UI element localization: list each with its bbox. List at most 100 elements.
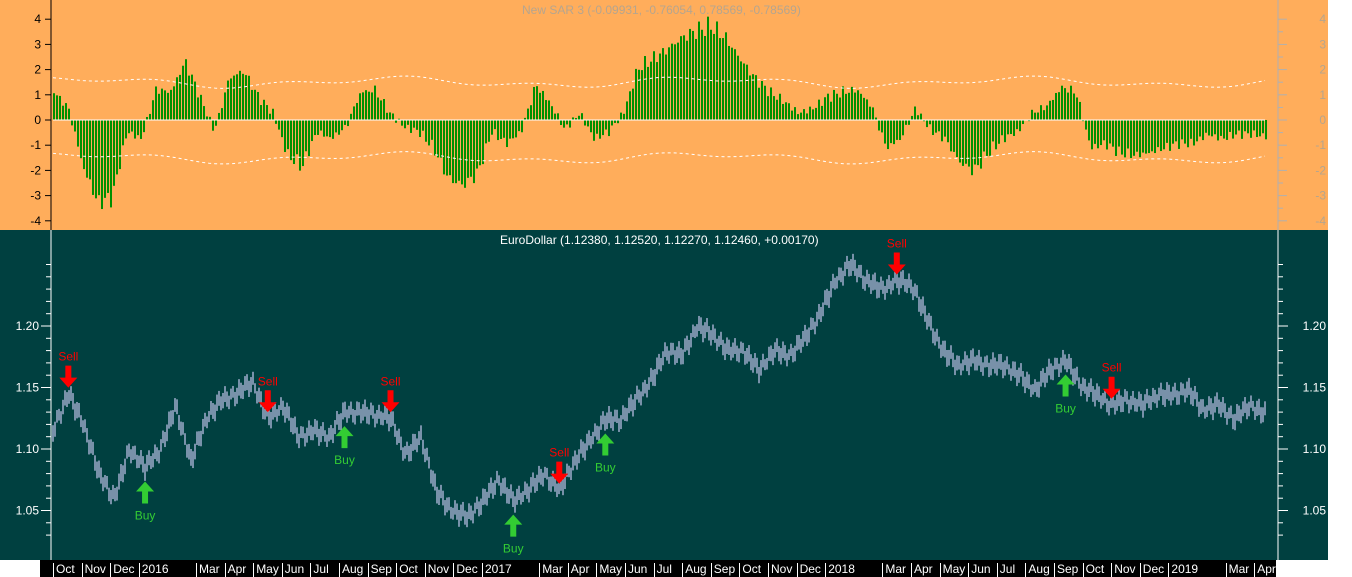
histogram-bar <box>173 86 175 120</box>
date-axis-label: Mar <box>882 563 906 577</box>
histogram-bar <box>56 95 58 120</box>
histogram-bar <box>689 28 691 120</box>
histogram-bar <box>521 120 523 133</box>
histogram-bar <box>1073 93 1075 120</box>
histogram-bar <box>515 120 517 138</box>
date-axis-label: Jun <box>968 563 991 577</box>
histogram-bar <box>1175 120 1177 142</box>
histogram-bar <box>737 55 739 120</box>
histogram-bar <box>359 93 361 120</box>
histogram-bar <box>53 93 55 120</box>
histogram-bar <box>92 120 94 195</box>
histogram-bar <box>200 94 202 120</box>
histogram-bar <box>611 120 613 126</box>
histogram-bar <box>986 120 988 156</box>
histogram-bar <box>728 45 730 120</box>
histogram-bar <box>245 75 247 120</box>
sell-label: Sell <box>1102 361 1122 375</box>
histogram-bar <box>1091 120 1093 150</box>
date-axis-label: May <box>253 563 279 577</box>
histogram-bar <box>1133 120 1135 156</box>
histogram-bar <box>230 78 232 120</box>
left-tick-label: 0 <box>34 113 41 127</box>
histogram-bar <box>872 107 874 120</box>
histogram-bar <box>662 48 664 121</box>
histogram-bar <box>971 120 973 176</box>
buy-arrow-icon <box>335 426 354 449</box>
histogram-bar <box>254 89 256 120</box>
histogram-bar <box>422 120 424 131</box>
date-axis-label: Oct <box>739 563 761 577</box>
histogram-bar <box>1169 120 1171 151</box>
histogram-bar <box>161 88 163 120</box>
histogram-bar <box>803 109 805 120</box>
histogram-bar <box>89 120 91 180</box>
histogram-bar <box>965 120 967 164</box>
histogram-bar <box>788 103 790 120</box>
right-tick-label: 1.10 <box>1303 442 1327 456</box>
date-axis-label: Mar <box>196 563 220 577</box>
histogram-bar <box>1154 120 1156 154</box>
histogram-bar <box>1190 120 1192 139</box>
date-axis-label: Nov <box>768 563 792 577</box>
histogram-bar <box>449 120 451 176</box>
histogram-bar <box>686 40 688 120</box>
histogram-bar <box>128 120 130 134</box>
histogram-bar <box>758 87 760 120</box>
histogram-bar <box>1157 120 1159 148</box>
buy-arrow-icon <box>1056 374 1075 397</box>
histogram-bar <box>1127 120 1129 149</box>
histogram-bar <box>722 38 724 120</box>
histogram-bar <box>212 120 214 131</box>
histogram-bar <box>827 93 829 120</box>
histogram-bar <box>674 44 676 120</box>
histogram-bar <box>137 120 139 136</box>
histogram-bar <box>488 120 490 142</box>
histogram-bar <box>431 120 433 140</box>
histogram-bar <box>248 75 250 120</box>
date-axis-label: Apr <box>1254 563 1276 577</box>
histogram-bar <box>698 21 700 120</box>
histogram-bar <box>371 92 373 120</box>
date-axis-label: 2016 <box>138 563 169 577</box>
histogram-bar <box>767 96 769 120</box>
histogram-bar <box>824 97 826 120</box>
histogram-bar <box>122 120 124 146</box>
histogram-bar <box>587 120 589 127</box>
histogram-bar <box>86 120 88 178</box>
histogram-bar <box>269 113 271 120</box>
histogram-bar <box>503 120 505 138</box>
price-chart: 1.20 1.20 1.15 1.15 1.10 1.10 1.05 1.05 Sell Buy S… <box>16 230 1327 560</box>
date-axis-label: Aug <box>1025 563 1050 577</box>
histogram-bar <box>236 74 238 120</box>
histogram-bar <box>581 113 583 120</box>
histogram-bar <box>224 92 226 120</box>
sell-label: Sell <box>381 374 401 388</box>
histogram-bar <box>857 90 859 120</box>
histogram-bar <box>755 75 757 120</box>
histogram-bar <box>1262 120 1264 134</box>
histogram-bar <box>479 120 481 166</box>
left-tick-label: -3 <box>30 189 41 203</box>
histogram-bar <box>227 80 229 120</box>
histogram-bar <box>1052 99 1054 120</box>
price-title: EuroDollar (1.12380, 1.12520, 1.12270, 1… <box>500 233 819 247</box>
histogram-bar <box>101 120 103 210</box>
histogram-bar <box>989 120 991 156</box>
buy-signal: Buy <box>595 433 616 474</box>
histogram-bar <box>1265 120 1267 140</box>
left-tick-label: 1 <box>34 88 41 102</box>
histogram-bar <box>1043 110 1045 120</box>
sell-arrow-icon <box>381 390 400 413</box>
date-axis-label: Dec <box>453 563 478 577</box>
histogram-bar <box>317 120 319 135</box>
histogram-bar <box>1166 120 1168 143</box>
histogram-bar <box>785 102 787 120</box>
histogram-bar <box>752 74 754 120</box>
histogram-bar <box>1184 120 1186 144</box>
histogram-bar <box>437 120 439 158</box>
histogram-bar <box>215 120 217 126</box>
histogram-bar <box>950 120 952 152</box>
date-axis-label: 2019 <box>1168 563 1198 577</box>
histogram-bar <box>1058 92 1060 120</box>
